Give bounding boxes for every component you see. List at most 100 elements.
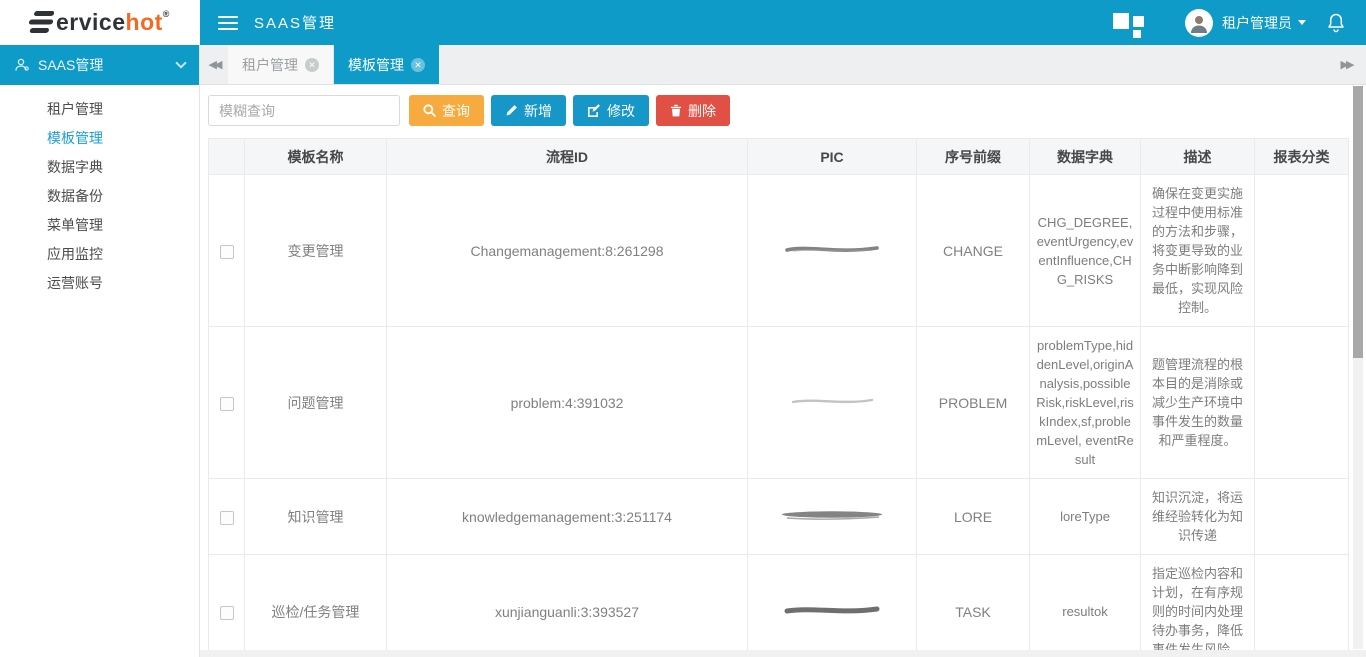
desc-cell: 确保在变更实施过程中使用标准的方法和步骤，将变更导致的业务中断影响降到最低，实现…: [1141, 175, 1255, 327]
prefix-cell: LORE: [917, 479, 1030, 555]
brand-name: ervicehot®: [56, 9, 170, 36]
chevron-down-icon: [175, 57, 186, 68]
pic-cell: [748, 555, 917, 657]
button-label: 查询: [442, 101, 470, 121]
sidebar-item-运营账号[interactable]: 运营账号: [0, 269, 199, 298]
report-class-cell: [1255, 555, 1349, 657]
user-name[interactable]: 租户管理员: [1222, 13, 1292, 33]
sidebar-item-租户管理[interactable]: 租户管理: [0, 95, 199, 124]
table-head: 模板名称流程IDPIC序号前缀数据字典描述报表分类: [209, 139, 1349, 175]
sidebar: SAAS管理 租户管理模板管理数据字典数据备份菜单管理应用监控运营账号: [0, 45, 200, 657]
delete-button[interactable]: 删除: [656, 95, 730, 126]
report-class-cell: [1255, 175, 1349, 327]
row-checkbox[interactable]: [220, 511, 234, 525]
brand-logo: ervicehot®: [0, 0, 200, 45]
flow-id-cell: xunjianguanli:3:393527: [387, 555, 748, 657]
row-select-cell: [209, 555, 245, 657]
vertical-scrollbar[interactable]: [1353, 86, 1363, 649]
row-checkbox[interactable]: [220, 606, 234, 620]
report-class-cell: [1255, 479, 1349, 555]
signature-scribble-image: [782, 602, 882, 618]
header-row: 模板名称流程IDPIC序号前缀数据字典描述报表分类: [209, 139, 1349, 175]
table-row[interactable]: 巡检/任务管理xunjianguanli:3:393527 TASKresulto…: [209, 555, 1349, 657]
table-body: 变更管理Changemanagement:8:261298 CHANGECHG_D…: [209, 175, 1349, 657]
user-avatar[interactable]: [1185, 9, 1213, 37]
edit-button[interactable]: 修改: [573, 95, 649, 126]
row-checkbox[interactable]: [220, 245, 234, 259]
button-label: 新增: [524, 101, 552, 121]
dict-cell: loreType: [1030, 479, 1141, 555]
flow-id-cell: problem:4:391032: [387, 327, 748, 479]
search-icon: [423, 104, 436, 117]
template-name-cell: 巡检/任务管理: [245, 555, 387, 657]
search-input[interactable]: [208, 95, 400, 126]
table-row[interactable]: 变更管理Changemanagement:8:261298 CHANGECHG_D…: [209, 175, 1349, 327]
column-header-模板名称: 模板名称: [245, 139, 387, 175]
sidebar-item-数据备份[interactable]: 数据备份: [0, 182, 199, 211]
add-button[interactable]: 新增: [491, 95, 566, 126]
template-table: 模板名称流程IDPIC序号前缀数据字典描述报表分类 变更管理Changemana…: [208, 138, 1342, 657]
caret-down-icon[interactable]: [1298, 20, 1306, 25]
signature-scribble-image: [783, 241, 881, 257]
prefix-cell: CHANGE: [917, 175, 1030, 327]
module-user-icon: [14, 57, 30, 73]
topbar: SAAS管理 租户管理员: [200, 0, 1366, 45]
app-header: ervicehot® SAAS管理 租户管理员: [0, 0, 1366, 45]
desc-cell: 题管理流程的根本目的是消除或减少生产环境中事件发生的数量和严重程度。: [1141, 327, 1255, 479]
template-name-cell: 变更管理: [245, 175, 387, 327]
toolbar: 查询 新增 修改 删除: [208, 95, 1358, 126]
column-header-序号前缀: 序号前缀: [917, 139, 1030, 175]
signature-scribble-image: [787, 394, 877, 408]
apps-grid-icon[interactable]: [1113, 10, 1143, 36]
topbar-title: SAAS管理: [254, 12, 336, 33]
prefix-cell: PROBLEM: [917, 327, 1030, 479]
row-checkbox[interactable]: [220, 397, 234, 411]
edit-box-icon: [587, 104, 601, 117]
menu-toggle-icon[interactable]: [218, 12, 238, 34]
horizontal-scrollbar[interactable]: [200, 650, 1366, 657]
flow-id-cell: Changemanagement:8:261298: [387, 175, 748, 327]
tab-template-management[interactable]: 模板管理 ✕: [334, 45, 439, 84]
main-area: ◀◀ 租户管理 ✕ 模板管理 ✕ ▶▶ 查询 新增 修改: [200, 45, 1366, 657]
sidebar-item-菜单管理[interactable]: 菜单管理: [0, 211, 199, 240]
button-label: 修改: [607, 101, 635, 121]
table-row[interactable]: 知识管理knowledgemanagement:3:251174 LORElore…: [209, 479, 1349, 555]
column-header-数据字典: 数据字典: [1030, 139, 1141, 175]
trash-icon: [670, 104, 682, 117]
signature-scribble-image: [777, 507, 887, 523]
scroll-tabs-right-button[interactable]: ▶▶: [1326, 45, 1366, 84]
sidebar-item-应用监控[interactable]: 应用监控: [0, 240, 199, 269]
pic-cell: [748, 479, 917, 555]
row-select-cell: [209, 479, 245, 555]
dict-cell: CHG_DEGREE,eventUrgency,eventInfluence,C…: [1030, 175, 1141, 327]
row-select-cell: [209, 175, 245, 327]
pencil-icon: [505, 104, 518, 117]
pic-cell: [748, 175, 917, 327]
prefix-cell: TASK: [917, 555, 1030, 657]
sidebar-item-数据字典[interactable]: 数据字典: [0, 153, 199, 182]
brand-s-icon: [26, 10, 54, 35]
tab-tenant-management[interactable]: 租户管理 ✕: [228, 45, 334, 84]
sidebar-module-header[interactable]: SAAS管理: [0, 45, 199, 85]
desc-cell: 指定巡检内容和计划，在有序规则的时间内处理待办事务，降低事件发生风险。: [1141, 555, 1255, 657]
template-name-cell: 问题管理: [245, 327, 387, 479]
notification-bell-icon[interactable]: [1326, 12, 1346, 34]
close-icon[interactable]: ✕: [305, 58, 319, 72]
flow-id-cell: knowledgemanagement:3:251174: [387, 479, 748, 555]
tab-label: 模板管理: [348, 55, 404, 75]
content-panel: 查询 新增 修改 删除 模板名称流程IDPIC序号前缀数据: [200, 85, 1366, 657]
sidebar-item-模板管理[interactable]: 模板管理: [0, 124, 199, 153]
vertical-scrollbar-thumb[interactable]: [1353, 86, 1363, 358]
pic-cell: [748, 327, 917, 479]
query-button[interactable]: 查询: [409, 95, 484, 126]
column-header-PIC: PIC: [748, 139, 917, 175]
tab-label: 租户管理: [242, 55, 298, 75]
button-label: 删除: [688, 101, 716, 121]
report-class-cell: [1255, 327, 1349, 479]
close-icon[interactable]: ✕: [411, 58, 425, 72]
dict-cell: resultok: [1030, 555, 1141, 657]
table-row[interactable]: 问题管理problem:4:391032PROBLEMproblemType,h…: [209, 327, 1349, 479]
scroll-tabs-left-button[interactable]: ◀◀: [200, 45, 228, 84]
template-name-cell: 知识管理: [245, 479, 387, 555]
column-header-报表分类: 报表分类: [1255, 139, 1349, 175]
